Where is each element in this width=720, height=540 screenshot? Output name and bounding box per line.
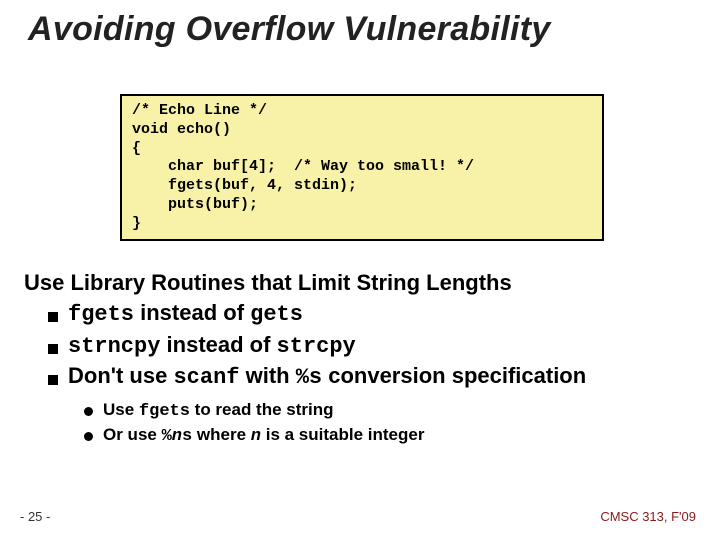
code-n-var-2: n bbox=[251, 427, 261, 446]
text-read-string: to read the string bbox=[190, 400, 334, 419]
text-where: where bbox=[192, 425, 251, 444]
square-bullet-icon bbox=[48, 344, 58, 354]
text-or-use: Or use bbox=[103, 425, 162, 444]
bullet-text: fgets instead of gets bbox=[68, 298, 303, 330]
text-suitable-int: is a suitable integer bbox=[261, 425, 424, 444]
code-block: /* Echo Line */ void echo() { char buf[4… bbox=[120, 94, 604, 241]
subbullet-use-fgets: Use fgets to read the string bbox=[84, 399, 696, 424]
code-line-1: /* Echo Line */ bbox=[132, 102, 267, 119]
text-use: Use bbox=[103, 400, 139, 419]
text-conv-spec: conversion specification bbox=[322, 363, 586, 388]
slide-title: Avoiding Overflow Vulnerability bbox=[28, 10, 551, 49]
code-s-suffix: s bbox=[182, 427, 192, 446]
code-fgets: fgets bbox=[68, 302, 134, 327]
bullet-text: Don't use scanf with %s conversion speci… bbox=[68, 361, 586, 393]
bullet-strncpy: strncpy instead of strcpy bbox=[48, 330, 696, 362]
code-line-5: fgets(buf, 4, stdin); bbox=[132, 177, 357, 194]
square-bullet-icon bbox=[48, 375, 58, 385]
text-with: with bbox=[239, 363, 295, 388]
text-instead-of-2: instead of bbox=[160, 332, 276, 357]
text-instead-of-1: instead of bbox=[134, 300, 250, 325]
code-line-4: char buf[4]; /* Way too small! */ bbox=[132, 158, 474, 175]
code-gets: gets bbox=[250, 302, 303, 327]
circle-bullet-icon bbox=[84, 432, 93, 441]
code-scanf: scanf bbox=[173, 365, 239, 390]
square-bullet-icon bbox=[48, 312, 58, 322]
code-line-3: { bbox=[132, 140, 141, 157]
bullet-fgets: fgets instead of gets bbox=[48, 298, 696, 330]
subbullet-text: Use fgets to read the string bbox=[103, 399, 334, 424]
text-dont-use: Don't use bbox=[68, 363, 173, 388]
code-line-7: } bbox=[132, 215, 141, 232]
code-strcpy: strcpy bbox=[277, 334, 356, 359]
bullet-scanf: Don't use scanf with %s conversion speci… bbox=[48, 361, 696, 393]
code-strncpy: strncpy bbox=[68, 334, 160, 359]
code-line-2: void echo() bbox=[132, 121, 231, 138]
section-heading: Use Library Routines that Limit String L… bbox=[24, 270, 696, 296]
slide-number: - 25 - bbox=[20, 509, 50, 524]
code-percent-s: %s bbox=[296, 365, 322, 390]
code-line-6: puts(buf); bbox=[132, 196, 258, 213]
code-n-var: n bbox=[172, 427, 182, 446]
code-percent: % bbox=[162, 427, 172, 446]
circle-bullet-icon bbox=[84, 407, 93, 416]
subbullet-or-use-ns: Or use %ns where n is a suitable integer bbox=[84, 424, 696, 449]
bullet-text: strncpy instead of strcpy bbox=[68, 330, 356, 362]
course-label: CMSC 313, F'09 bbox=[600, 509, 696, 524]
code-fgets-2: fgets bbox=[139, 402, 190, 421]
body-content: Use Library Routines that Limit String L… bbox=[24, 270, 696, 449]
subbullet-text: Or use %ns where n is a suitable integer bbox=[103, 424, 424, 449]
